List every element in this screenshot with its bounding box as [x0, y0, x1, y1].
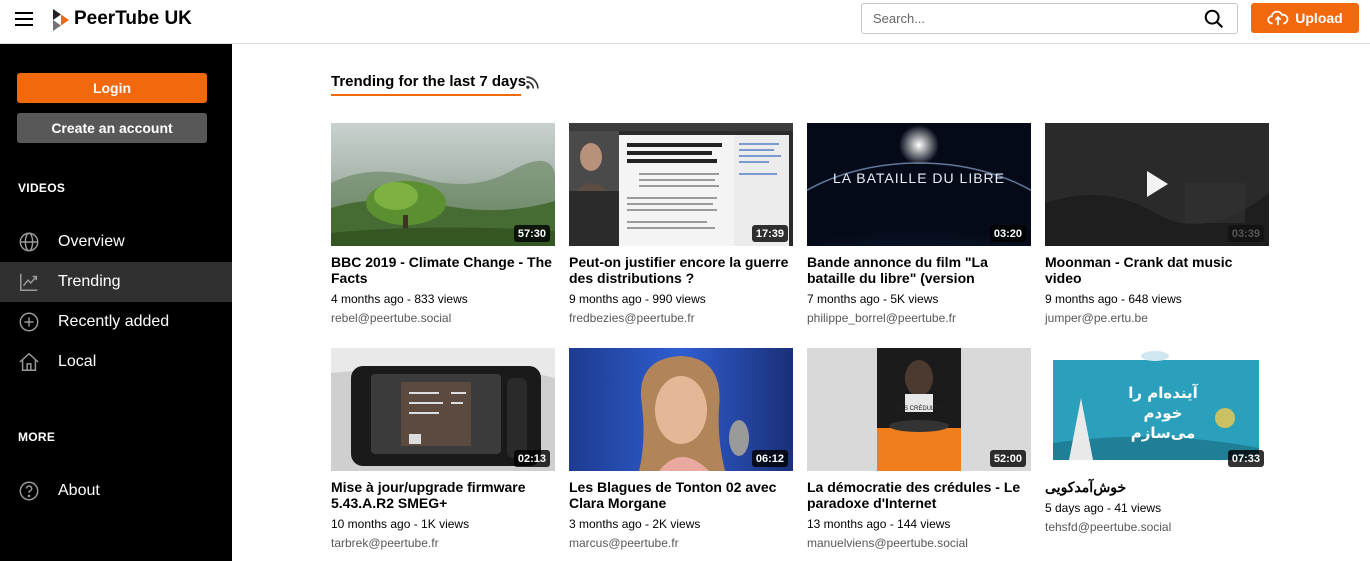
video-title[interactable]: Bande annonce du film "La bataille du li…: [807, 254, 1031, 286]
plus-circle-icon: [18, 311, 40, 333]
app-title[interactable]: PeerTube UK: [74, 8, 192, 30]
search-input[interactable]: [862, 4, 1192, 33]
video-meta: 7 months ago - 5K views: [807, 292, 939, 306]
video-meta: 9 months ago - 990 views: [569, 292, 706, 306]
peertube-logo-icon[interactable]: [53, 9, 69, 31]
svg-text:LA BATAILLE DU LIBRE: LA BATAILLE DU LIBRE: [833, 170, 1005, 186]
page-title: Trending for the last 7 days: [331, 73, 527, 90]
video-card[interactable]: LA BATAILLE DU LIBRE 03:20 Bande annonce…: [807, 123, 1031, 325]
video-card[interactable]: 57:30 BBC 2019 - Climate Change - The Fa…: [331, 123, 555, 325]
video-thumbnail[interactable]: DES CRÉDULES 52:00: [807, 348, 1031, 471]
video-duration: 07:33: [1227, 450, 1264, 467]
login-button[interactable]: Login: [17, 73, 207, 103]
search-icon[interactable]: [1203, 8, 1225, 30]
sidebar-item-about[interactable]: About: [0, 471, 232, 511]
sidebar-item-overview[interactable]: Overview: [0, 222, 232, 262]
video-duration: 03:20: [989, 225, 1026, 242]
upload-button[interactable]: Upload: [1251, 3, 1359, 33]
video-account[interactable]: manuelviens@peertube.social: [807, 536, 1031, 550]
video-account[interactable]: fredbezies@peertube.fr: [569, 311, 793, 325]
sidebar-item-label: Recently added: [58, 313, 170, 330]
video-thumbnail[interactable]: LA BATAILLE DU LIBRE 03:20: [807, 123, 1031, 246]
sidebar-item-label: Trending: [58, 273, 121, 290]
svg-text:خودم: خودم: [1144, 404, 1183, 422]
video-meta: 13 months ago - 144 views: [807, 517, 951, 531]
trending-icon: [18, 271, 40, 293]
video-title[interactable]: Mise à jour/upgrade firmware 5.43.A.R2 S…: [331, 479, 555, 511]
video-title[interactable]: Peut-on justifier encore la guerre des d…: [569, 254, 793, 286]
sidebar-item-local[interactable]: Local: [0, 342, 232, 382]
sidebar-item-label: About: [58, 482, 100, 499]
help-icon: [18, 480, 40, 502]
video-thumbnail[interactable]: 17:39: [569, 123, 793, 246]
top-header: PeerTube UK Upload: [0, 0, 1370, 44]
video-duration: 17:39: [751, 225, 788, 242]
video-duration: 02:13: [513, 450, 550, 467]
rss-feed-icon[interactable]: [526, 76, 539, 89]
video-duration: 52:00: [989, 450, 1026, 467]
video-card[interactable]: آینده‌ام را خودم می‌سازم 07:33 خوش‌آمدکو…: [1045, 348, 1269, 534]
video-account[interactable]: philippe_borrel@peertube.fr: [807, 311, 1031, 325]
upload-label: Upload: [1295, 10, 1343, 26]
home-icon: [18, 351, 40, 373]
video-title[interactable]: La démocratie des crédules - Le paradoxe…: [807, 479, 1031, 511]
video-title[interactable]: Moonman - Crank dat music video: [1045, 254, 1269, 286]
video-card[interactable]: 02:13 Mise à jour/upgrade firmware 5.43.…: [331, 348, 555, 550]
video-thumbnail[interactable]: 03:39: [1045, 123, 1269, 246]
video-thumbnail[interactable]: 06:12: [569, 348, 793, 471]
sidebar-item-recently-added[interactable]: Recently added: [0, 302, 232, 342]
video-title[interactable]: Les Blagues de Tonton 02 avec Clara Morg…: [569, 479, 793, 511]
video-card[interactable]: 03:39 Moonman - Crank dat music video 9 …: [1045, 123, 1269, 325]
svg-text:آینده‌ام را: آینده‌ام را: [1128, 384, 1198, 402]
sidebar-item-label: Local: [58, 353, 97, 370]
video-duration: 03:39: [1227, 225, 1264, 242]
video-account[interactable]: marcus@peertube.fr: [569, 536, 793, 550]
video-meta: 5 days ago - 41 views: [1045, 501, 1162, 515]
globe-icon: [18, 231, 40, 253]
cloud-upload-icon: [1267, 10, 1289, 26]
video-account[interactable]: jumper@pe.ertu.be: [1045, 311, 1269, 325]
video-title[interactable]: خوش‌آمدکویی: [1045, 479, 1269, 495]
more-section-title: MORE: [18, 430, 56, 444]
video-thumbnail[interactable]: 02:13: [331, 348, 555, 471]
svg-text:DES CRÉDULES: DES CRÉDULES: [896, 405, 943, 412]
video-meta: 10 months ago - 1K views: [331, 517, 470, 531]
video-thumbnail[interactable]: 57:30: [331, 123, 555, 246]
menu-icon[interactable]: [15, 12, 33, 26]
video-meta: 4 months ago - 833 views: [331, 292, 468, 306]
title-underline: [331, 94, 521, 96]
video-duration: 06:12: [751, 450, 788, 467]
video-card[interactable]: 17:39 Peut-on justifier encore la guerre…: [569, 123, 793, 325]
video-thumbnail[interactable]: آینده‌ام را خودم می‌سازم 07:33: [1045, 348, 1269, 471]
sidebar-item-trending[interactable]: Trending: [0, 262, 232, 302]
video-duration: 57:30: [513, 225, 550, 242]
video-card[interactable]: 06:12 Les Blagues de Tonton 02 avec Clar…: [569, 348, 793, 550]
svg-text:می‌سازم: می‌سازم: [1131, 424, 1195, 442]
video-meta: 9 months ago - 648 views: [1045, 292, 1182, 306]
video-account[interactable]: tarbrek@peertube.fr: [331, 536, 555, 550]
video-meta: 3 months ago - 2K views: [569, 517, 701, 531]
video-account[interactable]: rebel@peertube.social: [331, 311, 555, 325]
search-box[interactable]: [861, 3, 1238, 34]
create-account-button[interactable]: Create an account: [17, 113, 207, 143]
sidebar: Login Create an account VIDEOS Overview …: [0, 44, 232, 561]
videos-section-title: VIDEOS: [18, 181, 66, 195]
video-account[interactable]: tehsfd@peertube.social: [1045, 520, 1269, 534]
video-title[interactable]: BBC 2019 - Climate Change - The Facts: [331, 254, 555, 286]
video-card[interactable]: DES CRÉDULES 52:00 La démocratie des cré…: [807, 348, 1031, 550]
sidebar-item-label: Overview: [58, 233, 125, 250]
